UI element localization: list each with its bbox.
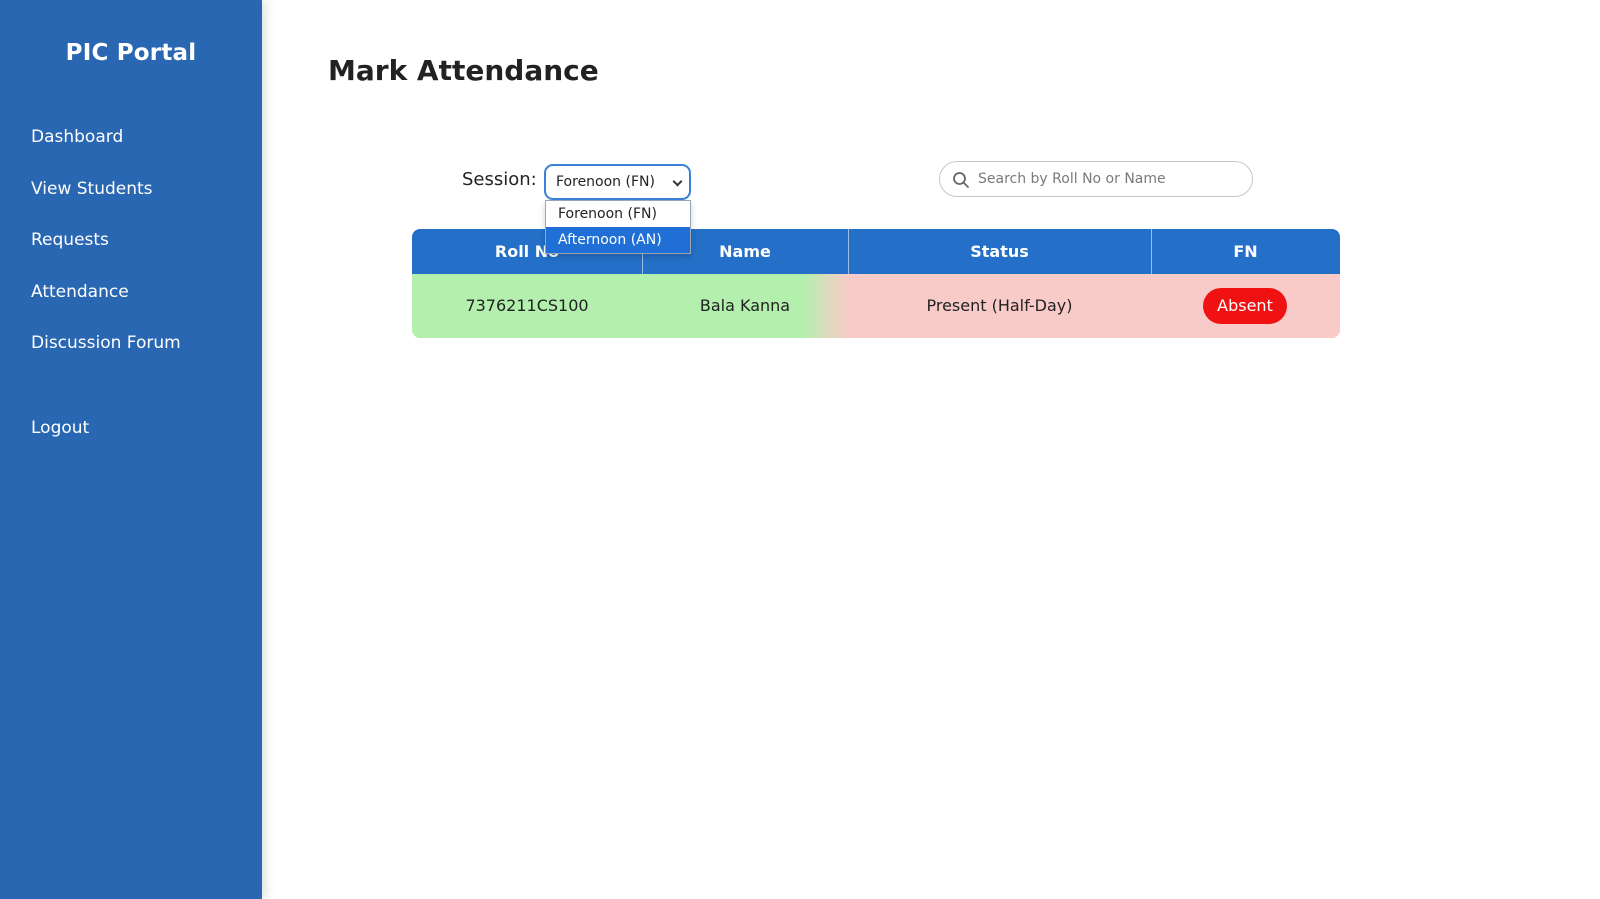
- sidebar-item-discussion-forum[interactable]: Discussion Forum: [31, 333, 181, 353]
- column-header-status: Status: [970, 242, 1029, 261]
- sidebar-item-attendance[interactable]: Attendance: [31, 282, 129, 302]
- cell-name: Bala Kanna: [699, 296, 791, 315]
- session-selected-value: Forenoon (FN): [556, 174, 655, 190]
- search-icon: [953, 172, 969, 188]
- session-label: Session:: [462, 169, 537, 190]
- column-header-fn: FN: [1233, 242, 1258, 261]
- mark-absent-button[interactable]: Absent: [1203, 288, 1287, 324]
- page-title: Mark Attendance: [328, 54, 599, 87]
- brand-logo-text: PIC Portal: [65, 40, 197, 66]
- sidebar-item-dashboard[interactable]: Dashboard: [31, 127, 123, 147]
- session-option-afternoon[interactable]: Afternoon (AN): [546, 227, 690, 253]
- chevron-down-icon: [672, 176, 683, 187]
- session-option-forenoon[interactable]: Forenoon (FN): [546, 201, 690, 227]
- search-box[interactable]: [939, 161, 1253, 197]
- session-select[interactable]: Forenoon (FN): [544, 164, 691, 200]
- cell-status: Present (Half-Day): [926, 296, 1073, 315]
- session-dropdown-menu: Forenoon (FN) Afternoon (AN): [545, 200, 691, 254]
- sidebar-item-view-students[interactable]: View Students: [31, 179, 153, 199]
- table-row: 7376211CS100 Bala Kanna Present (Half-Da…: [412, 274, 1340, 338]
- cell-roll-no: 7376211CS100: [465, 296, 589, 315]
- search-input[interactable]: [978, 162, 1246, 196]
- sidebar-item-requests[interactable]: Requests: [31, 230, 109, 250]
- sidebar: PIC Portal Dashboard View Students Reque…: [0, 0, 262, 899]
- logout-button[interactable]: Logout: [31, 418, 89, 438]
